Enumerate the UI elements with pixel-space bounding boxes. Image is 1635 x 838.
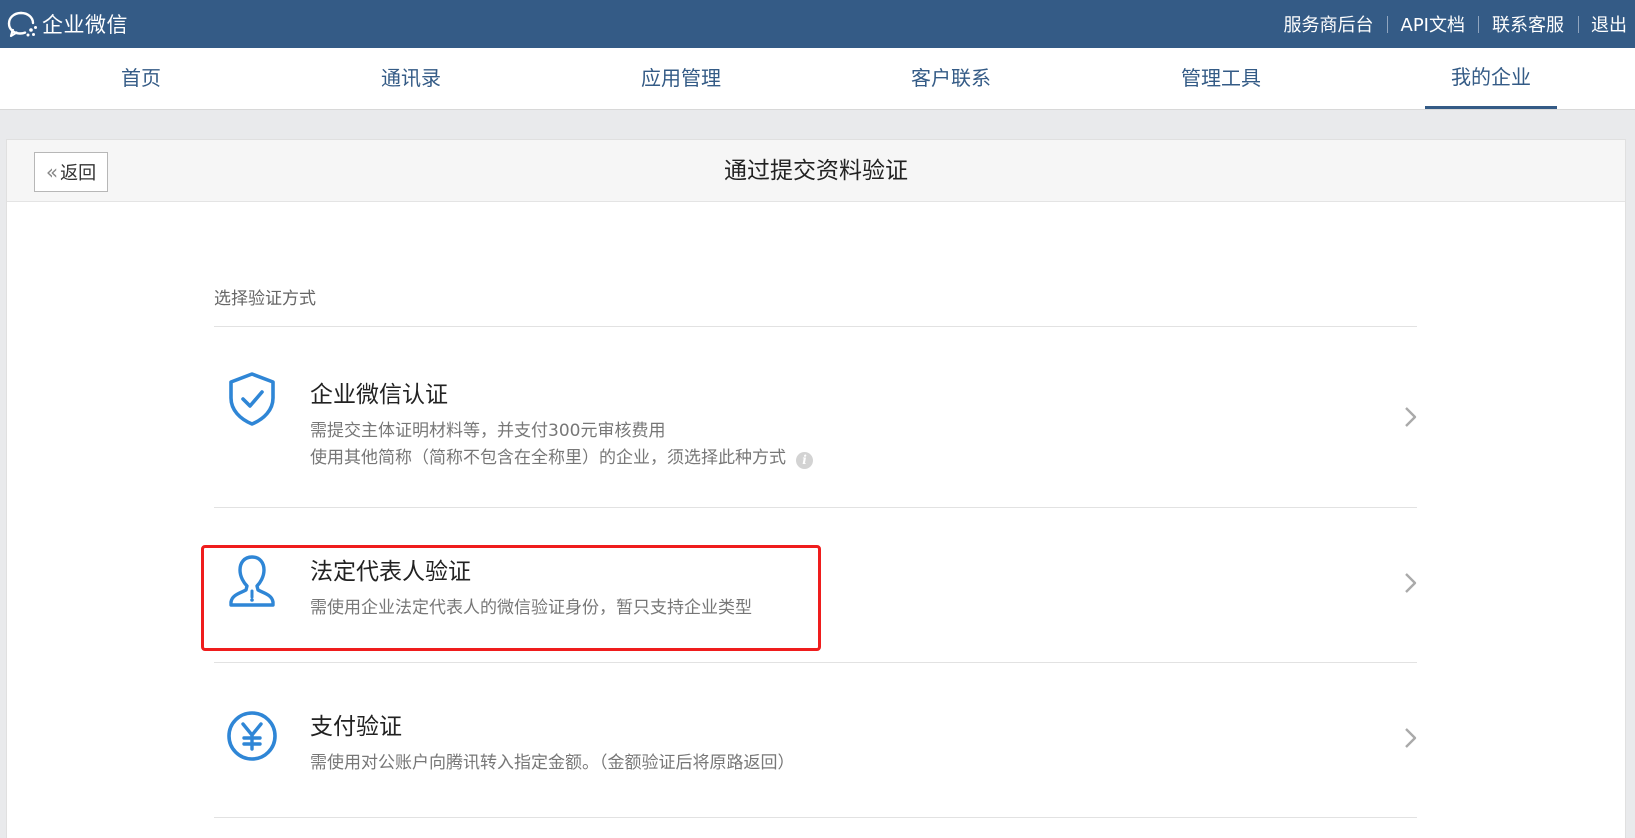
chevron-right-icon: [1405, 573, 1417, 593]
option-desc: 需使用对公账户向腾讯转入指定金额。（金额验证后将原路返回）: [310, 753, 795, 773]
divider: [1578, 15, 1579, 33]
logo-text: 企业微信: [42, 13, 128, 37]
option-desc: 需使用企业法定代表人的微信验证身份，暂只支持企业类型: [310, 598, 752, 618]
verification-panel: 通过提交资料验证 « 返回 选择验证方式 企业微信认证 需提交主体证明材料等，并…: [6, 139, 1626, 838]
yen-coin-icon: [227, 711, 277, 761]
api-docs-link[interactable]: API文档: [1401, 11, 1465, 37]
shield-check-icon: [229, 372, 275, 426]
option-desc: 使用其他简称（简称不包含在全称里）的企业，须选择此种方式 i: [310, 443, 813, 469]
info-icon[interactable]: i: [796, 452, 813, 469]
service-provider-link[interactable]: 服务商后台: [1284, 11, 1374, 37]
contact-support-link[interactable]: 联系客服: [1492, 11, 1564, 37]
panel-header: 通过提交资料验证 « 返回: [7, 140, 1625, 202]
option-wecom-certification[interactable]: 企业微信认证 需提交主体证明材料等，并支付300元审核费用 使用其他简称（简称不…: [214, 327, 1417, 507]
option-payment-verification[interactable]: 支付验证 需使用对公账户向腾讯转入指定金额。（金额验证后将原路返回）: [214, 663, 1417, 817]
tab-home[interactable]: 首页: [66, 48, 216, 109]
page-title: 通过提交资料验证: [724, 158, 908, 184]
back-button[interactable]: « 返回: [34, 152, 108, 192]
top-links: 服务商后台 API文档 联系客服 退出: [1284, 0, 1635, 48]
person-icon: [229, 555, 275, 607]
tab-contacts[interactable]: 通讯录: [336, 48, 486, 109]
section-label: 选择验证方式: [214, 289, 316, 309]
tab-customer-contact[interactable]: 客户联系: [876, 48, 1026, 109]
double-chevron-left-icon: «: [45, 160, 59, 184]
option-desc-text: 使用其他简称（简称不包含在全称里）的企业，须选择此种方式: [310, 448, 786, 468]
main-nav: 首页 通讯录 应用管理 客户联系 管理工具 我的企业: [0, 48, 1635, 110]
tab-app-management[interactable]: 应用管理: [606, 48, 756, 109]
top-bar: 企业微信 服务商后台 API文档 联系客服 退出: [0, 0, 1635, 48]
chevron-right-icon: [1405, 407, 1417, 427]
wecom-chat-bubble-icon: [7, 11, 37, 38]
option-title: 法定代表人验证: [310, 559, 471, 585]
logo[interactable]: 企业微信: [6, 9, 128, 39]
divider: [1386, 15, 1388, 33]
option-desc: 需提交主体证明材料等，并支付300元审核费用: [310, 421, 666, 441]
divider: [214, 817, 1417, 818]
option-title: 企业微信认证: [310, 382, 448, 408]
chevron-right-icon: [1405, 728, 1417, 748]
logout-link[interactable]: 退出: [1591, 11, 1627, 37]
tab-my-enterprise[interactable]: 我的企业: [1425, 48, 1557, 109]
divider: [1478, 15, 1479, 33]
option-legal-rep-verification[interactable]: 法定代表人验证 需使用企业法定代表人的微信验证身份，暂只支持企业类型: [214, 508, 1417, 662]
back-button-label: 返回: [60, 163, 97, 184]
tab-management-tools[interactable]: 管理工具: [1146, 48, 1296, 109]
option-title: 支付验证: [310, 714, 402, 740]
